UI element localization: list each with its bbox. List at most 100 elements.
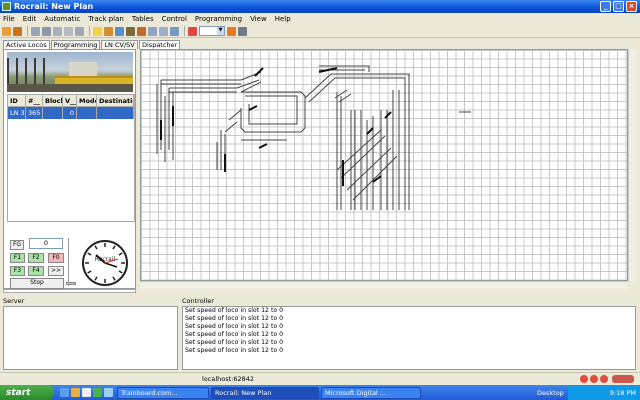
menu-view[interactable]: View	[250, 15, 267, 23]
signal-mark	[254, 67, 264, 77]
log-line: Set speed of loco in slot 12 to 0	[185, 323, 284, 330]
menu-track-plan[interactable]: Track plan	[88, 15, 124, 23]
speed-slider[interactable]	[68, 238, 74, 286]
controller-log[interactable]: Set speed of loco in slot 12 to 0 Set sp…	[182, 306, 636, 370]
copy-icon[interactable]	[64, 26, 73, 36]
lightbulb-icon[interactable]	[93, 26, 102, 36]
column-address[interactable]: #__	[26, 95, 43, 106]
desktop-icon[interactable]	[82, 388, 91, 397]
print-icon[interactable]	[53, 26, 62, 36]
left-tabs: Active Locos Programming LN CV/SV	[3, 40, 139, 49]
menu-file[interactable]: File	[3, 15, 15, 23]
zoom-out-icon[interactable]	[188, 26, 197, 36]
desktop-toolbar[interactable]: Desktop	[537, 389, 564, 397]
signal-mark	[384, 111, 392, 119]
paste-icon[interactable]	[75, 26, 84, 36]
plan-horizontal-scrollbar[interactable]	[140, 281, 628, 289]
f1-button[interactable]: F1	[10, 253, 25, 263]
start-label: start	[6, 387, 31, 398]
column-block[interactable]: Block	[43, 95, 63, 106]
speed-field[interactable]: 0	[29, 238, 63, 249]
f4-button[interactable]: F4	[28, 266, 44, 276]
start-button[interactable]: start	[0, 385, 54, 400]
cell-id: LN 365	[10, 107, 26, 119]
zoom-select[interactable]: ▼	[199, 26, 225, 36]
loco-icon[interactable]	[126, 26, 135, 36]
block-icon[interactable]	[148, 26, 157, 36]
track-plan-canvas[interactable]	[140, 49, 628, 281]
task-trainboard[interactable]: Trainboard.com...	[117, 386, 209, 399]
window-title: Rocrail: New Plan	[14, 2, 94, 11]
track-bed	[7, 84, 133, 92]
tab-ln-cv-sv[interactable]: LN CV/SV	[101, 40, 138, 49]
ie-icon[interactable]	[60, 388, 69, 397]
column-mode[interactable]: Mode	[77, 95, 97, 106]
column-speed[interactable]: V__	[63, 95, 77, 106]
log-line: Set speed of loco in slot 12 to 0	[185, 339, 284, 346]
quick-launch	[60, 388, 115, 397]
left-scrollbar[interactable]	[3, 289, 136, 293]
minimize-button[interactable]: _	[600, 1, 611, 12]
save-icon[interactable]	[42, 26, 51, 36]
track-center-left	[216, 109, 242, 170]
properties-icon[interactable]	[238, 26, 247, 36]
go-icon[interactable]	[13, 26, 22, 36]
track-pieces	[156, 65, 471, 210]
edit-icon[interactable]	[227, 26, 236, 36]
track-yard-verticals	[336, 90, 400, 210]
slider-handle[interactable]	[66, 282, 76, 285]
f2-button[interactable]: F2	[28, 253, 44, 263]
plan-vertical-scrollbar[interactable]	[628, 49, 636, 281]
table-icon[interactable]	[115, 26, 124, 36]
menu-help[interactable]: Help	[275, 15, 291, 23]
cell-speed: 0	[63, 107, 77, 119]
tab-programming[interactable]: Programming	[50, 40, 101, 49]
menu-tables[interactable]: Tables	[132, 15, 154, 23]
tab-dispatcher[interactable]: Dispatcher	[139, 40, 181, 49]
toolbar-separator	[184, 26, 185, 36]
menu-bar: File Edit Automatic Track plan Tables Co…	[0, 13, 640, 25]
loco-image	[7, 52, 133, 92]
column-destination[interactable]: Destinatio	[97, 95, 134, 106]
cell-mode	[77, 107, 97, 119]
signal-icon[interactable]	[170, 26, 179, 36]
server-log[interactable]	[3, 306, 178, 370]
table-row[interactable]: LN 365 365 0	[8, 107, 134, 119]
clock-time: 9:18 PM	[609, 388, 636, 397]
messenger-icon[interactable]	[104, 388, 113, 397]
column-id[interactable]: ID	[8, 95, 26, 106]
loco-table: ID #__ Block V__ Mode Destinatio LN 365 …	[7, 94, 135, 222]
track-layout	[156, 65, 471, 210]
route-icon[interactable]	[137, 26, 146, 36]
power-icon[interactable]	[2, 26, 11, 36]
f0-button[interactable]: F0	[48, 253, 64, 263]
menu-programming[interactable]: Programming	[195, 15, 242, 23]
f3-button[interactable]: F3	[10, 266, 25, 276]
toolbar-separator	[89, 26, 90, 36]
task-rocrail[interactable]: Rocrail: New Plan	[211, 386, 319, 399]
media-icon[interactable]	[93, 388, 102, 397]
tab-active-locos[interactable]: Active Locos	[3, 40, 50, 49]
more-functions-button[interactable]: >>	[48, 266, 64, 276]
close-button[interactable]: ×	[626, 1, 637, 12]
maximize-button[interactable]: □	[613, 1, 624, 12]
task-label: Microsoft Digital ...	[325, 388, 386, 397]
fg-button[interactable]: FG	[10, 240, 24, 250]
track-top-straights	[161, 79, 241, 93]
system-tray: 9:18 PM	[568, 385, 640, 400]
signal-mark	[248, 105, 258, 111]
open-icon[interactable]	[31, 26, 40, 36]
stop-button[interactable]: Stop	[10, 278, 64, 289]
menu-control[interactable]: Control	[162, 15, 187, 23]
log-line: Set speed of loco in slot 12 to 0	[185, 307, 284, 314]
folder-icon[interactable]	[71, 388, 80, 397]
menu-edit[interactable]: Edit	[23, 15, 37, 23]
task-microsoft-digital[interactable]: Microsoft Digital ...	[321, 386, 421, 399]
signal-mark	[258, 143, 268, 149]
switch-icon[interactable]	[159, 26, 168, 36]
chevron-down-icon: ▼	[217, 27, 224, 35]
menu-automatic[interactable]: Automatic	[44, 15, 80, 23]
cell-block	[43, 107, 63, 119]
cell-address: 365	[26, 107, 43, 119]
swap-icon[interactable]	[104, 26, 113, 36]
